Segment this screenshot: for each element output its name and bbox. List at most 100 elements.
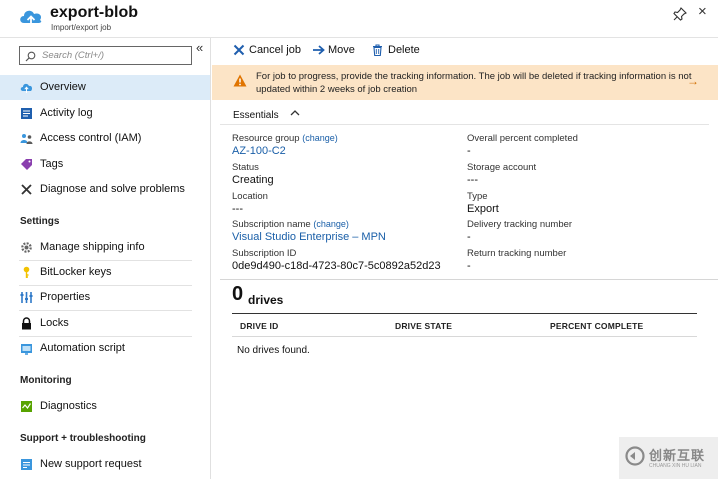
delivery-tracking-value: - xyxy=(467,231,471,243)
sidebar-item-overview[interactable]: Overview xyxy=(0,75,210,100)
sidebar: « Overview Activity log Access control (… xyxy=(0,38,211,479)
percent-completed-label: Overall percent completed xyxy=(467,133,578,144)
section-divider xyxy=(220,279,718,280)
command-bar: Cancel job Move Delete xyxy=(212,38,718,64)
sidebar-item-label: Diagnose and solve problems xyxy=(40,183,185,195)
empty-table-message: No drives found. xyxy=(237,345,310,356)
section-title-support: Support + troubleshooting xyxy=(20,433,146,444)
cancel-job-button[interactable]: Cancel job xyxy=(233,43,313,59)
arrow-right-icon[interactable]: → xyxy=(687,74,699,88)
arrow-right-icon xyxy=(313,45,325,55)
status-value: Creating xyxy=(232,174,274,186)
status-label: Status xyxy=(232,162,259,173)
change-resource-group-link[interactable]: (change) xyxy=(302,133,338,143)
return-tracking-label: Return tracking number xyxy=(467,248,567,259)
subscription-name-value[interactable]: Visual Studio Enterprise – MPN xyxy=(232,231,386,243)
chevron-up-icon xyxy=(290,110,300,116)
drives-table-header: DRIVE ID DRIVE STATE PERCENT COMPLETE xyxy=(232,313,697,337)
move-label: Move xyxy=(328,44,355,56)
column-header-percent-complete: PERCENT COMPLETE xyxy=(550,321,644,331)
sidebar-item-label: Automation script xyxy=(40,342,125,354)
sidebar-item-label: Overview xyxy=(40,81,86,93)
sidebar-item-label: Diagnostics xyxy=(40,400,97,412)
lock-icon xyxy=(22,317,31,330)
sidebar-item-label: Manage shipping info xyxy=(40,241,145,253)
move-button[interactable]: Move xyxy=(312,43,362,59)
tag-icon xyxy=(21,159,32,170)
sidebar-item-bitlocker[interactable]: BitLocker keys xyxy=(0,260,210,285)
gear-icon xyxy=(21,242,32,253)
essentials-title: Essentials xyxy=(233,110,279,121)
sidebar-item-label: Properties xyxy=(40,291,91,303)
subscription-id-label: Subscription ID xyxy=(232,248,297,259)
key-icon xyxy=(23,266,30,278)
watermark: 创新互联 CHUANG XIN HU LIAN xyxy=(619,437,718,479)
sidebar-item-label: Locks xyxy=(40,317,69,329)
sidebar-item-properties[interactable]: Properties xyxy=(0,285,210,310)
sidebar-item-new-support-request[interactable]: New support request xyxy=(0,452,210,477)
support-icon xyxy=(21,459,32,470)
activity-log-icon xyxy=(21,108,32,119)
column-header-drive-state: DRIVE STATE xyxy=(395,321,453,331)
drives-heading: drives xyxy=(248,293,284,307)
tracking-warning-banner[interactable]: For job to progress, provide the trackin… xyxy=(212,65,718,100)
cancel-icon xyxy=(233,44,245,56)
diagnostics-icon xyxy=(21,401,32,412)
sidebar-item-manage-shipping[interactable]: Manage shipping info xyxy=(0,235,210,260)
automation-icon xyxy=(21,344,32,355)
subscription-id-value: 0de9d490-c18d-4723-80c7-5c0892a52d23 xyxy=(232,260,441,272)
wrench-icon xyxy=(21,184,32,195)
sidebar-item-locks[interactable]: Locks xyxy=(0,311,210,336)
sidebar-item-label: Access control (IAM) xyxy=(40,132,142,144)
sidebar-item-diagnostics[interactable]: Diagnostics xyxy=(0,394,210,419)
search-box[interactable] xyxy=(19,46,192,65)
warning-icon xyxy=(233,74,247,87)
resource-group-value[interactable]: AZ-100-C2 xyxy=(232,145,286,157)
storage-account-value: --- xyxy=(467,174,478,186)
sidebar-item-label: Tags xyxy=(40,158,64,170)
sidebar-item-label: Activity log xyxy=(40,107,93,119)
warning-text: For job to progress, provide the trackin… xyxy=(256,71,692,95)
type-value: Export xyxy=(467,203,499,215)
watermark-logo-icon xyxy=(625,446,645,466)
sidebar-item-label: BitLocker keys xyxy=(40,266,112,278)
cloud-upload-icon xyxy=(20,10,42,26)
page-title: export-blob xyxy=(50,4,138,21)
percent-completed-value: - xyxy=(467,145,471,157)
type-label: Type xyxy=(467,191,488,202)
drives-count: 0 xyxy=(232,283,244,305)
section-title-settings: Settings xyxy=(20,216,60,227)
page-subtitle: Import/export job xyxy=(51,23,112,32)
pin-icon[interactable] xyxy=(672,6,688,22)
subscription-name-label: Subscription name (change) xyxy=(232,219,349,230)
resource-group-label: Resource group (change) xyxy=(232,133,338,144)
watermark-text: 创新互联 xyxy=(649,448,706,463)
trash-icon xyxy=(373,44,382,56)
delete-button[interactable]: Delete xyxy=(372,43,424,59)
people-icon xyxy=(20,134,33,144)
search-input[interactable] xyxy=(42,49,187,62)
storage-account-label: Storage account xyxy=(467,162,537,173)
sidebar-item-activity-log[interactable]: Activity log xyxy=(0,101,210,126)
blade-header: export-blob Import/export job × xyxy=(0,0,718,38)
delete-label: Delete xyxy=(388,44,420,56)
delivery-tracking-label: Delivery tracking number xyxy=(467,219,573,230)
essentials-toggle[interactable]: Essentials xyxy=(220,103,709,125)
collapse-sidebar-icon[interactable]: « xyxy=(196,40,203,55)
section-title-monitoring: Monitoring xyxy=(20,375,72,386)
search-icon xyxy=(25,51,36,62)
location-label: Location xyxy=(232,191,268,202)
sidebar-item-diagnose[interactable]: Diagnose and solve problems xyxy=(0,177,210,202)
change-subscription-link[interactable]: (change) xyxy=(313,219,349,229)
cloud-icon xyxy=(20,83,33,93)
watermark-subtext: CHUANG XIN HU LIAN xyxy=(649,463,702,469)
close-icon[interactable]: × xyxy=(698,4,707,20)
main-content: Cancel job Move Delete For job to progre… xyxy=(212,38,718,479)
location-value: --- xyxy=(232,203,243,215)
sidebar-item-automation-script[interactable]: Automation script xyxy=(0,336,210,361)
sidebar-item-access-control[interactable]: Access control (IAM) xyxy=(0,126,210,151)
sidebar-item-label: New support request xyxy=(40,458,142,470)
sidebar-item-tags[interactable]: Tags xyxy=(0,152,210,177)
cancel-job-label: Cancel job xyxy=(249,44,301,56)
return-tracking-value: - xyxy=(467,260,471,272)
